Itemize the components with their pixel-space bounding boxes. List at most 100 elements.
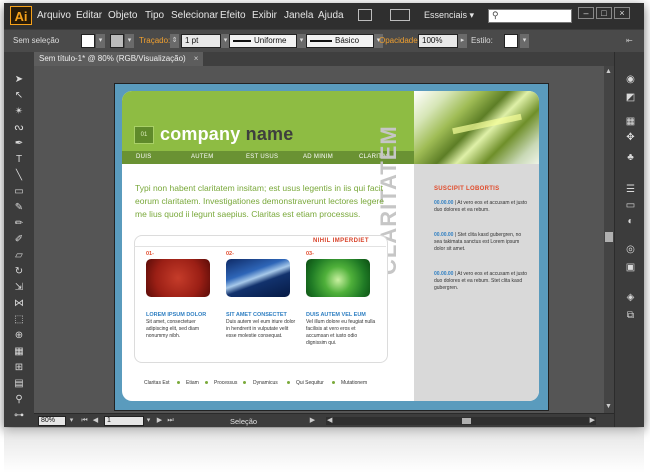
vertical-scroll-thumb[interactable]	[605, 232, 613, 242]
minimize-button[interactable]: –	[578, 7, 594, 19]
opacity-label[interactable]: Opacidade:	[379, 36, 420, 45]
artwork-column-text: Vel illum dolore eu feugiat nulla facili…	[306, 319, 376, 346]
style-dropdown-arrow[interactable]: ▾	[520, 34, 529, 48]
menu-objeto[interactable]: Objeto	[108, 10, 137, 21]
width-tool-icon[interactable]: ⋈	[12, 298, 26, 310]
paintbrush-tool-icon[interactable]: ✎	[12, 202, 26, 214]
symbols-panel-icon[interactable]: ♣	[624, 152, 637, 164]
direct-selection-tool-icon[interactable]: ↖	[12, 90, 26, 102]
horizontal-scrollbar[interactable]: ◀ ▶	[326, 417, 596, 425]
rotate-tool-icon[interactable]: ↻	[12, 266, 26, 278]
layers-panel-icon[interactable]: ◈	[624, 292, 637, 304]
artwork-column-heading: LOREM IPSUM DOLOR	[146, 312, 207, 318]
document-tab[interactable]: Sem título-1* @ 80% (RGB/Visualização) ×	[34, 52, 204, 66]
menu-exibir[interactable]: Exibir	[252, 10, 277, 21]
magic-wand-tool-icon[interactable]: ✴	[12, 106, 26, 118]
stroke-label[interactable]: Traçado:	[139, 36, 170, 45]
pencil-tool-icon[interactable]: ✏	[12, 218, 26, 230]
menu-ajuda[interactable]: Ajuda	[318, 10, 344, 21]
scale-tool-icon[interactable]: ⇲	[12, 282, 26, 294]
first-artboard-icon[interactable]: ⏮	[80, 416, 89, 426]
shape-builder-tool-icon[interactable]: ⊕	[12, 330, 26, 342]
menu-tipo[interactable]: Tipo	[145, 10, 164, 21]
artboard-dropdown-icon[interactable]: ▾	[144, 416, 153, 426]
pen-tool-icon[interactable]: ✒	[12, 138, 26, 150]
eyedropper-tool-icon[interactable]: ⚲	[12, 394, 26, 406]
menu-bar: Ai Arquivo Editar Objeto Tipo Selecionar…	[4, 3, 644, 29]
gradient-panel-icon[interactable]: ▭	[624, 200, 637, 212]
bridge-icon[interactable]	[358, 9, 372, 21]
selection-tool-icon[interactable]: ➤	[12, 74, 26, 86]
artwork-footer-dot	[205, 381, 208, 384]
perspective-grid-tool-icon[interactable]: ▦	[12, 346, 26, 358]
artwork-column-heading: DUIS AUTEM VEL EUM	[306, 312, 366, 318]
fill-swatch[interactable]	[81, 34, 95, 48]
free-transform-tool-icon[interactable]: ⬚	[12, 314, 26, 326]
scroll-left-icon[interactable]: ◀	[327, 416, 332, 424]
brush-definition[interactable]: Básico	[306, 34, 374, 48]
graphic-style-swatch[interactable]	[504, 34, 518, 48]
artboard-number-field[interactable]: 1	[104, 416, 144, 426]
artwork-logo-mark: 01	[134, 126, 154, 144]
color-panel-icon[interactable]: ◉	[624, 74, 637, 86]
artwork-sidebar-item: 00.00.00 | At vero eos et accusam et jus…	[434, 200, 528, 213]
opacity-dropdown-arrow[interactable]: ▸	[458, 34, 467, 48]
graphic-styles-panel-icon[interactable]: ▣	[624, 262, 637, 274]
panel-menu-icon[interactable]: ⇤	[626, 36, 633, 45]
menu-janela[interactable]: Janela	[284, 10, 313, 21]
search-input[interactable]: ⚲	[488, 9, 572, 23]
mesh-tool-icon[interactable]: ⊞	[12, 362, 26, 374]
color-guide-icon[interactable]: ◩	[624, 92, 637, 104]
scroll-down-icon[interactable]: ▼	[605, 403, 612, 410]
vertical-scrollbar[interactable]: ▲ ▼	[604, 66, 614, 413]
maximize-button[interactable]: □	[596, 7, 612, 19]
fill-dropdown-arrow[interactable]: ▾	[96, 34, 105, 48]
next-artboard-icon[interactable]: ▶	[155, 416, 164, 426]
blob-brush-tool-icon[interactable]: ✐	[12, 234, 26, 246]
rectangle-tool-icon[interactable]: ▭	[12, 186, 26, 198]
stroke-weight-field[interactable]: 1 pt	[181, 34, 221, 48]
canvas[interactable]: 01 company name DUIS AUTEM EST USUS AD M…	[34, 66, 604, 413]
line-tool-icon[interactable]: ╲	[12, 170, 26, 182]
horizontal-scroll-thumb[interactable]	[462, 418, 471, 424]
artboards-panel-icon[interactable]: ⧉	[624, 310, 637, 322]
lasso-tool-icon[interactable]: ᔓ	[12, 122, 26, 134]
menu-arquivo[interactable]: Arquivo	[37, 10, 71, 21]
opacity-field[interactable]: 100%	[418, 34, 458, 48]
status-menu-icon[interactable]: ▶	[308, 416, 317, 426]
menu-efeito[interactable]: Efeito	[220, 10, 246, 21]
previous-artboard-icon[interactable]: ◀	[91, 416, 100, 426]
artwork-footer-link: Dynamicus	[253, 380, 278, 386]
zoom-dropdown-icon[interactable]: ▾	[67, 416, 76, 426]
stroke-dropdown-arrow[interactable]: ▾	[125, 34, 134, 48]
blend-tool-icon[interactable]: ⊶	[12, 410, 26, 422]
menu-editar[interactable]: Editar	[76, 10, 102, 21]
scroll-right-icon[interactable]: ▶	[590, 416, 595, 424]
type-tool-icon[interactable]: T	[12, 154, 26, 166]
artwork-nav-item: AUTEM	[191, 154, 214, 160]
variable-width-profile[interactable]: Uniforme	[229, 34, 297, 48]
last-artboard-icon[interactable]: ⏭	[166, 416, 175, 426]
workspace-switcher[interactable]: Essenciais ▾	[424, 10, 474, 21]
eraser-tool-icon[interactable]: ▱	[12, 250, 26, 262]
zoom-field[interactable]: 80%	[38, 416, 66, 426]
transparency-panel-icon[interactable]: ◐	[624, 216, 637, 228]
appearance-panel-icon[interactable]: ◎	[624, 244, 637, 256]
window-reflection	[4, 428, 644, 473]
artwork-sidebar-title: SUSCIPIT LOBORTIS	[434, 186, 500, 192]
menu-selecionar[interactable]: Selecionar	[171, 10, 218, 21]
artwork-sidebar-item: 00.00.00 | Stet clita kasd gubergren, no…	[434, 232, 522, 252]
scroll-up-icon[interactable]: ▲	[605, 68, 612, 75]
profile-dropdown-arrow[interactable]: ▾	[297, 34, 306, 48]
stroke-panel-icon[interactable]: ☰	[624, 184, 637, 196]
artwork-page[interactable]: 01 company name DUIS AUTEM EST USUS AD M…	[122, 91, 539, 401]
stroke-weight-stepper[interactable]: ⇕	[170, 34, 179, 48]
artwork-column-text: Duis autem vel eum iriure dolor in hendr…	[226, 319, 296, 339]
close-tab-icon[interactable]: ×	[194, 54, 199, 63]
stroke-swatch[interactable]	[110, 34, 124, 48]
brushes-panel-icon[interactable]: ✥	[624, 132, 637, 144]
close-window-button[interactable]: ×	[614, 7, 630, 19]
swatches-panel-icon[interactable]: ▦	[624, 116, 637, 128]
gradient-tool-icon[interactable]: ▤	[12, 378, 26, 390]
arrange-documents-icon[interactable]	[390, 9, 410, 21]
